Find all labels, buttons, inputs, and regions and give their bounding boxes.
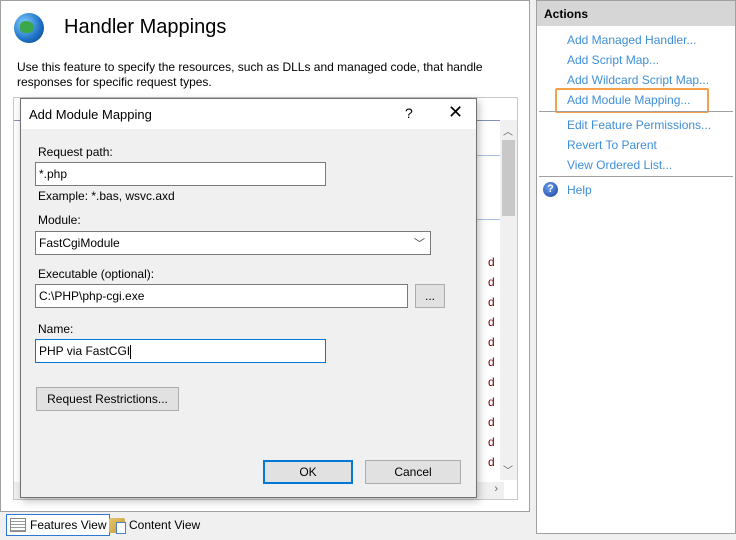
close-icon[interactable]: ✕ [448,102,463,123]
list-cell: d [488,395,495,409]
dialog-titlebar: Add Module Mapping ? ✕ [21,99,476,129]
example-text: Example: *.bas, wsvc.axd [38,189,175,203]
scroll-right-icon[interactable]: › [494,483,498,495]
request-path-label: Request path: [38,145,113,159]
chevron-down-icon: ﹀ [414,238,425,250]
name-value: PHP via FastCGI [39,344,131,358]
action-revert-to-parent[interactable]: Revert To Parent [567,138,657,152]
name-input[interactable]: PHP via FastCGI [35,339,326,363]
action-add-wildcard-script-map[interactable]: Add Wildcard Script Map... [567,73,709,87]
list-cell: d [488,255,495,269]
globe-icon [14,13,44,43]
list-cell: d [488,415,495,429]
add-module-mapping-dialog: Add Module Mapping ? ✕ Request path: *.p… [20,98,477,498]
divider [539,176,733,177]
action-help[interactable]: Help [567,183,592,197]
content-view-tab[interactable]: Content View [106,514,203,536]
help-button[interactable]: ? [405,105,413,121]
browse-button[interactable]: ... [415,284,445,308]
features-view-icon [10,518,26,532]
view-switcher: Features View Content View [0,513,530,537]
executable-label: Executable (optional): [38,267,155,281]
content-view-icon [109,517,126,534]
request-restrictions-button[interactable]: Request Restrictions... [36,387,179,411]
module-select[interactable]: FastCgiModule ﹀ [35,231,431,255]
module-label: Module: [38,213,81,227]
action-add-module-mapping[interactable]: Add Module Mapping... [567,93,690,107]
list-cell: d [488,435,495,449]
list-cell: d [488,315,495,329]
content-view-label: Content View [129,518,201,532]
cancel-button[interactable]: Cancel [365,460,461,484]
scroll-up-icon[interactable]: ︿ [503,123,513,138]
page-title: Handler Mappings [64,16,227,38]
actions-header: Actions [537,1,735,26]
list-cell: d [488,355,495,369]
executable-input[interactable]: C:\PHP\php-cgi.exe [35,284,408,308]
list-cell: d [488,295,495,309]
scrollbar-thumb[interactable] [502,140,515,216]
features-view-tab[interactable]: Features View [6,514,111,536]
vertical-scrollbar[interactable]: ︿ ﹀ [500,120,517,480]
list-cell: d [488,455,495,469]
features-view-label: Features View [30,518,107,532]
module-value: FastCgiModule [39,236,120,250]
list-cell: d [488,275,495,289]
name-label: Name: [38,322,74,336]
action-view-ordered-list[interactable]: View Ordered List... [567,158,672,172]
page-description: Use this feature to specify the resource… [17,60,483,89]
scroll-down-icon[interactable]: ﹀ [503,462,513,477]
action-add-managed-handler[interactable]: Add Managed Handler... [567,33,696,47]
ok-button[interactable]: OK [263,460,353,484]
divider [539,111,733,112]
request-path-input[interactable]: *.php [35,162,326,186]
list-cell: d [488,375,495,389]
action-edit-feature-permissions[interactable]: Edit Feature Permissions... [567,118,711,132]
actions-pane: Actions Add Managed Handler... Add Scrip… [536,0,736,534]
list-cell: d [488,335,495,349]
help-icon[interactable]: ? [543,182,558,197]
text-caret [130,344,132,359]
action-add-script-map[interactable]: Add Script Map... [567,53,659,67]
dialog-title: Add Module Mapping [29,107,152,122]
